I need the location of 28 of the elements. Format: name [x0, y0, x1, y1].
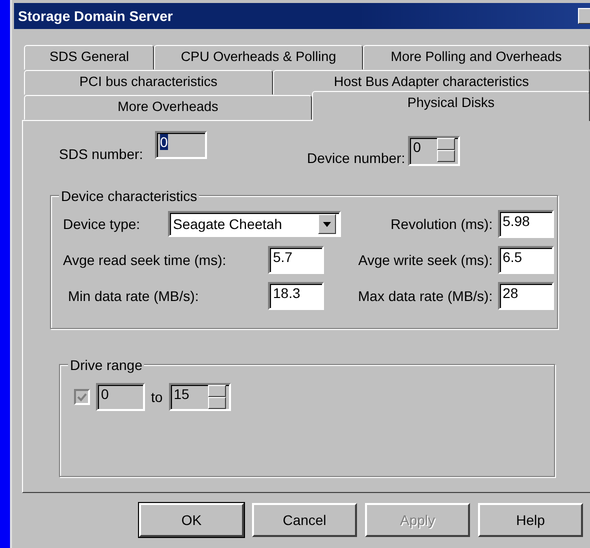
input-field[interactable]: 28: [498, 282, 554, 310]
field-label: Max data rate (MB/s):: [358, 286, 494, 306]
tab[interactable]: More Overheads: [24, 95, 312, 120]
dialog-button[interactable]: Cancel: [252, 503, 357, 537]
input-field[interactable]: 5.98: [498, 210, 554, 238]
tab[interactable]: Physical Disks: [312, 91, 590, 121]
dialog-button[interactable]: OK: [139, 503, 244, 537]
field-label: to: [151, 388, 163, 406]
field-label: Min data rate (MB/s):: [67, 286, 200, 306]
field-label: SDS number:: [59, 145, 144, 164]
tab[interactable]: More Polling and Overheads: [362, 45, 590, 70]
tab[interactable]: PCI bus characteristics: [24, 70, 273, 95]
spin-buttons[interactable]: [208, 385, 226, 409]
field-label: Avge read seek time (ms):: [63, 250, 228, 270]
input-field[interactable]: 5.7: [268, 246, 324, 274]
dialog-button[interactable]: Help: [478, 503, 583, 537]
field-label: Device type:: [63, 214, 140, 234]
input-field[interactable]: 18.3: [268, 282, 324, 310]
close-button[interactable]: [578, 8, 590, 24]
tab[interactable]: CPU Overheads & Polling: [154, 45, 363, 70]
dropdown[interactable]: Seagate Cheetah: [168, 211, 341, 237]
field-label: Avge write seek (ms):: [358, 250, 494, 270]
check-icon: [77, 392, 87, 402]
field-label: Device number:: [307, 149, 406, 168]
window-title: Storage Domain Server: [18, 6, 173, 26]
input-field[interactable]: 6.5: [498, 246, 554, 274]
tab[interactable]: SDS General: [24, 45, 154, 70]
field-label: Revolution (ms):: [390, 214, 494, 234]
